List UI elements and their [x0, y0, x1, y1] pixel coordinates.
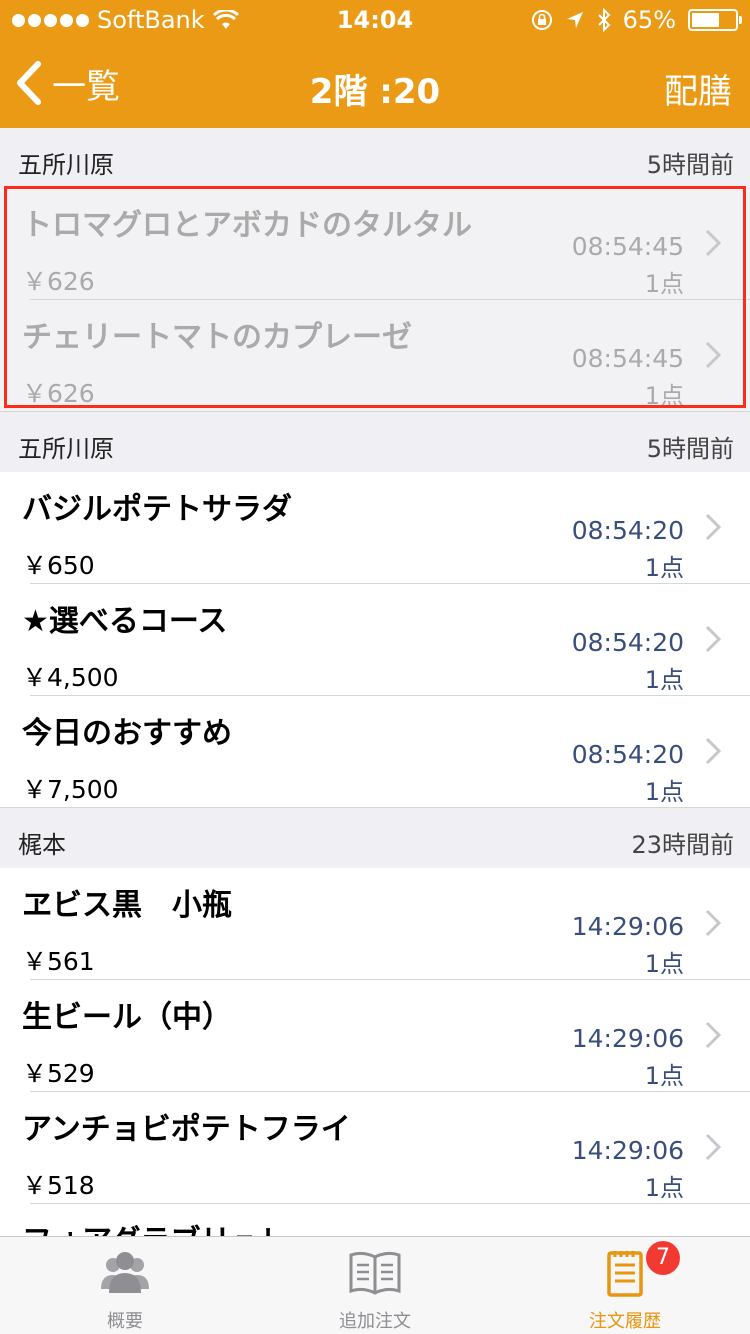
page-title: 2階 :20 [309, 72, 441, 112]
location-icon [566, 12, 583, 28]
item-qty: 1点 [644, 382, 684, 410]
chevron-right-icon [705, 341, 722, 369]
item-time: 14:29:06 [571, 1136, 684, 1165]
chevron-right-icon [705, 1021, 722, 1049]
item-name: 生ビール（中） [22, 1000, 232, 1035]
order-row[interactable]: ★選べるコース 08:54:20 ￥4,500 1点 [0, 584, 750, 696]
item-price: ￥518 [22, 1171, 95, 1200]
serve-button[interactable]: 配膳 [664, 64, 732, 113]
chevron-right-icon [705, 1133, 722, 1161]
item-time: 14:29:06 [571, 1024, 684, 1053]
tab-order-history[interactable]: 注文履歴 [500, 1237, 750, 1334]
tab-overview[interactable]: 概要 [0, 1237, 250, 1334]
nav-bar: 一覧 2階 :20 配膳 [0, 40, 750, 128]
item-qty: 1点 [644, 778, 684, 806]
order-history-badge: 7 [646, 1241, 680, 1275]
book-icon [349, 1251, 401, 1295]
order-row[interactable]: バジルポテトサラダ 08:54:20 ￥650 1点 [0, 472, 750, 584]
item-name: 今日のおすすめ [22, 716, 232, 751]
chevron-right-icon [705, 625, 722, 653]
item-time: 14:29:06 [571, 912, 684, 941]
section-header: 梶本 23時間前 [0, 808, 750, 868]
order-row[interactable]: トロマグロとアボカドのタルタル 08:54:45 ￥626 1点 [0, 188, 750, 300]
order-row[interactable]: アンチョビポテトフライ 14:29:06 ￥518 1点 [0, 1092, 750, 1204]
item-time: 08:54:45 [571, 344, 684, 373]
order-row[interactable]: チェリートマトのカプレーゼ 08:54:45 ￥626 1点 [0, 300, 750, 412]
item-qty: 1点 [644, 1062, 684, 1090]
item-price: ￥7,500 [22, 775, 119, 804]
item-time: 08:54:45 [571, 232, 684, 261]
item-time: 08:54:20 [571, 740, 684, 769]
top-bar: SoftBank 14:04 65% 一覧 2階:20 配膳 [0, 0, 750, 128]
orientation-lock-icon [531, 10, 552, 30]
chevron-right-icon [705, 229, 722, 257]
item-name: チェリートマトのカプレーゼ [22, 320, 412, 355]
item-qty: 1点 [644, 554, 684, 582]
item-qty: 1点 [644, 666, 684, 694]
item-qty: 1点 [644, 1174, 684, 1202]
bluetooth-icon [597, 8, 611, 32]
chevron-right-icon [705, 909, 722, 937]
people-icon [101, 1252, 149, 1293]
item-price: ￥650 [22, 551, 95, 580]
order-row[interactable]: ヱビス黒 小瓶 14:29:06 ￥561 1点 [0, 868, 750, 980]
item-price: ￥4,500 [22, 663, 119, 692]
item-price: ￥529 [22, 1059, 95, 1088]
order-list[interactable]: 五所川原 5時間前 トロマグロとアボカドのタルタル 08:54:45 ￥626 … [0, 128, 750, 1236]
notepad-icon [607, 1251, 643, 1297]
chevron-right-icon [705, 737, 722, 765]
item-name: ★選べるコース [22, 604, 228, 639]
section-ago: 23時間前 [631, 831, 734, 859]
status-right: 65% [531, 6, 742, 34]
chevron-right-icon [705, 513, 722, 541]
item-time: 08:54:20 [571, 516, 684, 545]
item-name: ヱビス黒 小瓶 [22, 888, 232, 923]
battery-percent: 65% [622, 6, 676, 34]
battery-icon [688, 9, 742, 31]
section-header: 五所川原 5時間前 [0, 412, 750, 472]
section-name: 五所川原 [18, 151, 114, 179]
tab-label: 概要 [107, 1311, 143, 1332]
tab-bar: 概要 追加注文 注文履歴 [0, 1236, 750, 1334]
order-row[interactable]: 生ビール（中） 14:29:06 ￥529 1点 [0, 980, 750, 1092]
order-row[interactable]: 今日のおすすめ 08:54:20 ￥7,500 1点 [0, 696, 750, 808]
tab-add-order[interactable]: 追加注文 [250, 1237, 500, 1334]
tab-label: 注文履歴 [589, 1311, 661, 1332]
tab-label: 追加注文 [339, 1311, 411, 1332]
item-price: ￥626 [22, 379, 95, 408]
order-row[interactable]: フォアグラブリュレ [0, 1204, 750, 1236]
section-header: 五所川原 5時間前 [0, 128, 750, 188]
section-name: 梶本 [18, 831, 66, 859]
section-ago: 5時間前 [646, 151, 734, 179]
status-bar: SoftBank 14:04 65% [0, 0, 750, 40]
section-ago: 5時間前 [646, 435, 734, 463]
item-name: フォアグラブリュレ [22, 1216, 290, 1236]
item-name: バジルポテトサラダ [22, 492, 292, 527]
item-price: ￥561 [22, 947, 95, 976]
item-price: ￥626 [22, 267, 95, 296]
item-name: トロマグロとアボカドのタルタル [22, 208, 472, 243]
item-qty: 1点 [644, 270, 684, 298]
item-name: アンチョビポテトフライ [22, 1112, 351, 1147]
item-qty: 1点 [644, 950, 684, 978]
section-name: 五所川原 [18, 435, 114, 463]
item-time: 08:54:20 [571, 628, 684, 657]
